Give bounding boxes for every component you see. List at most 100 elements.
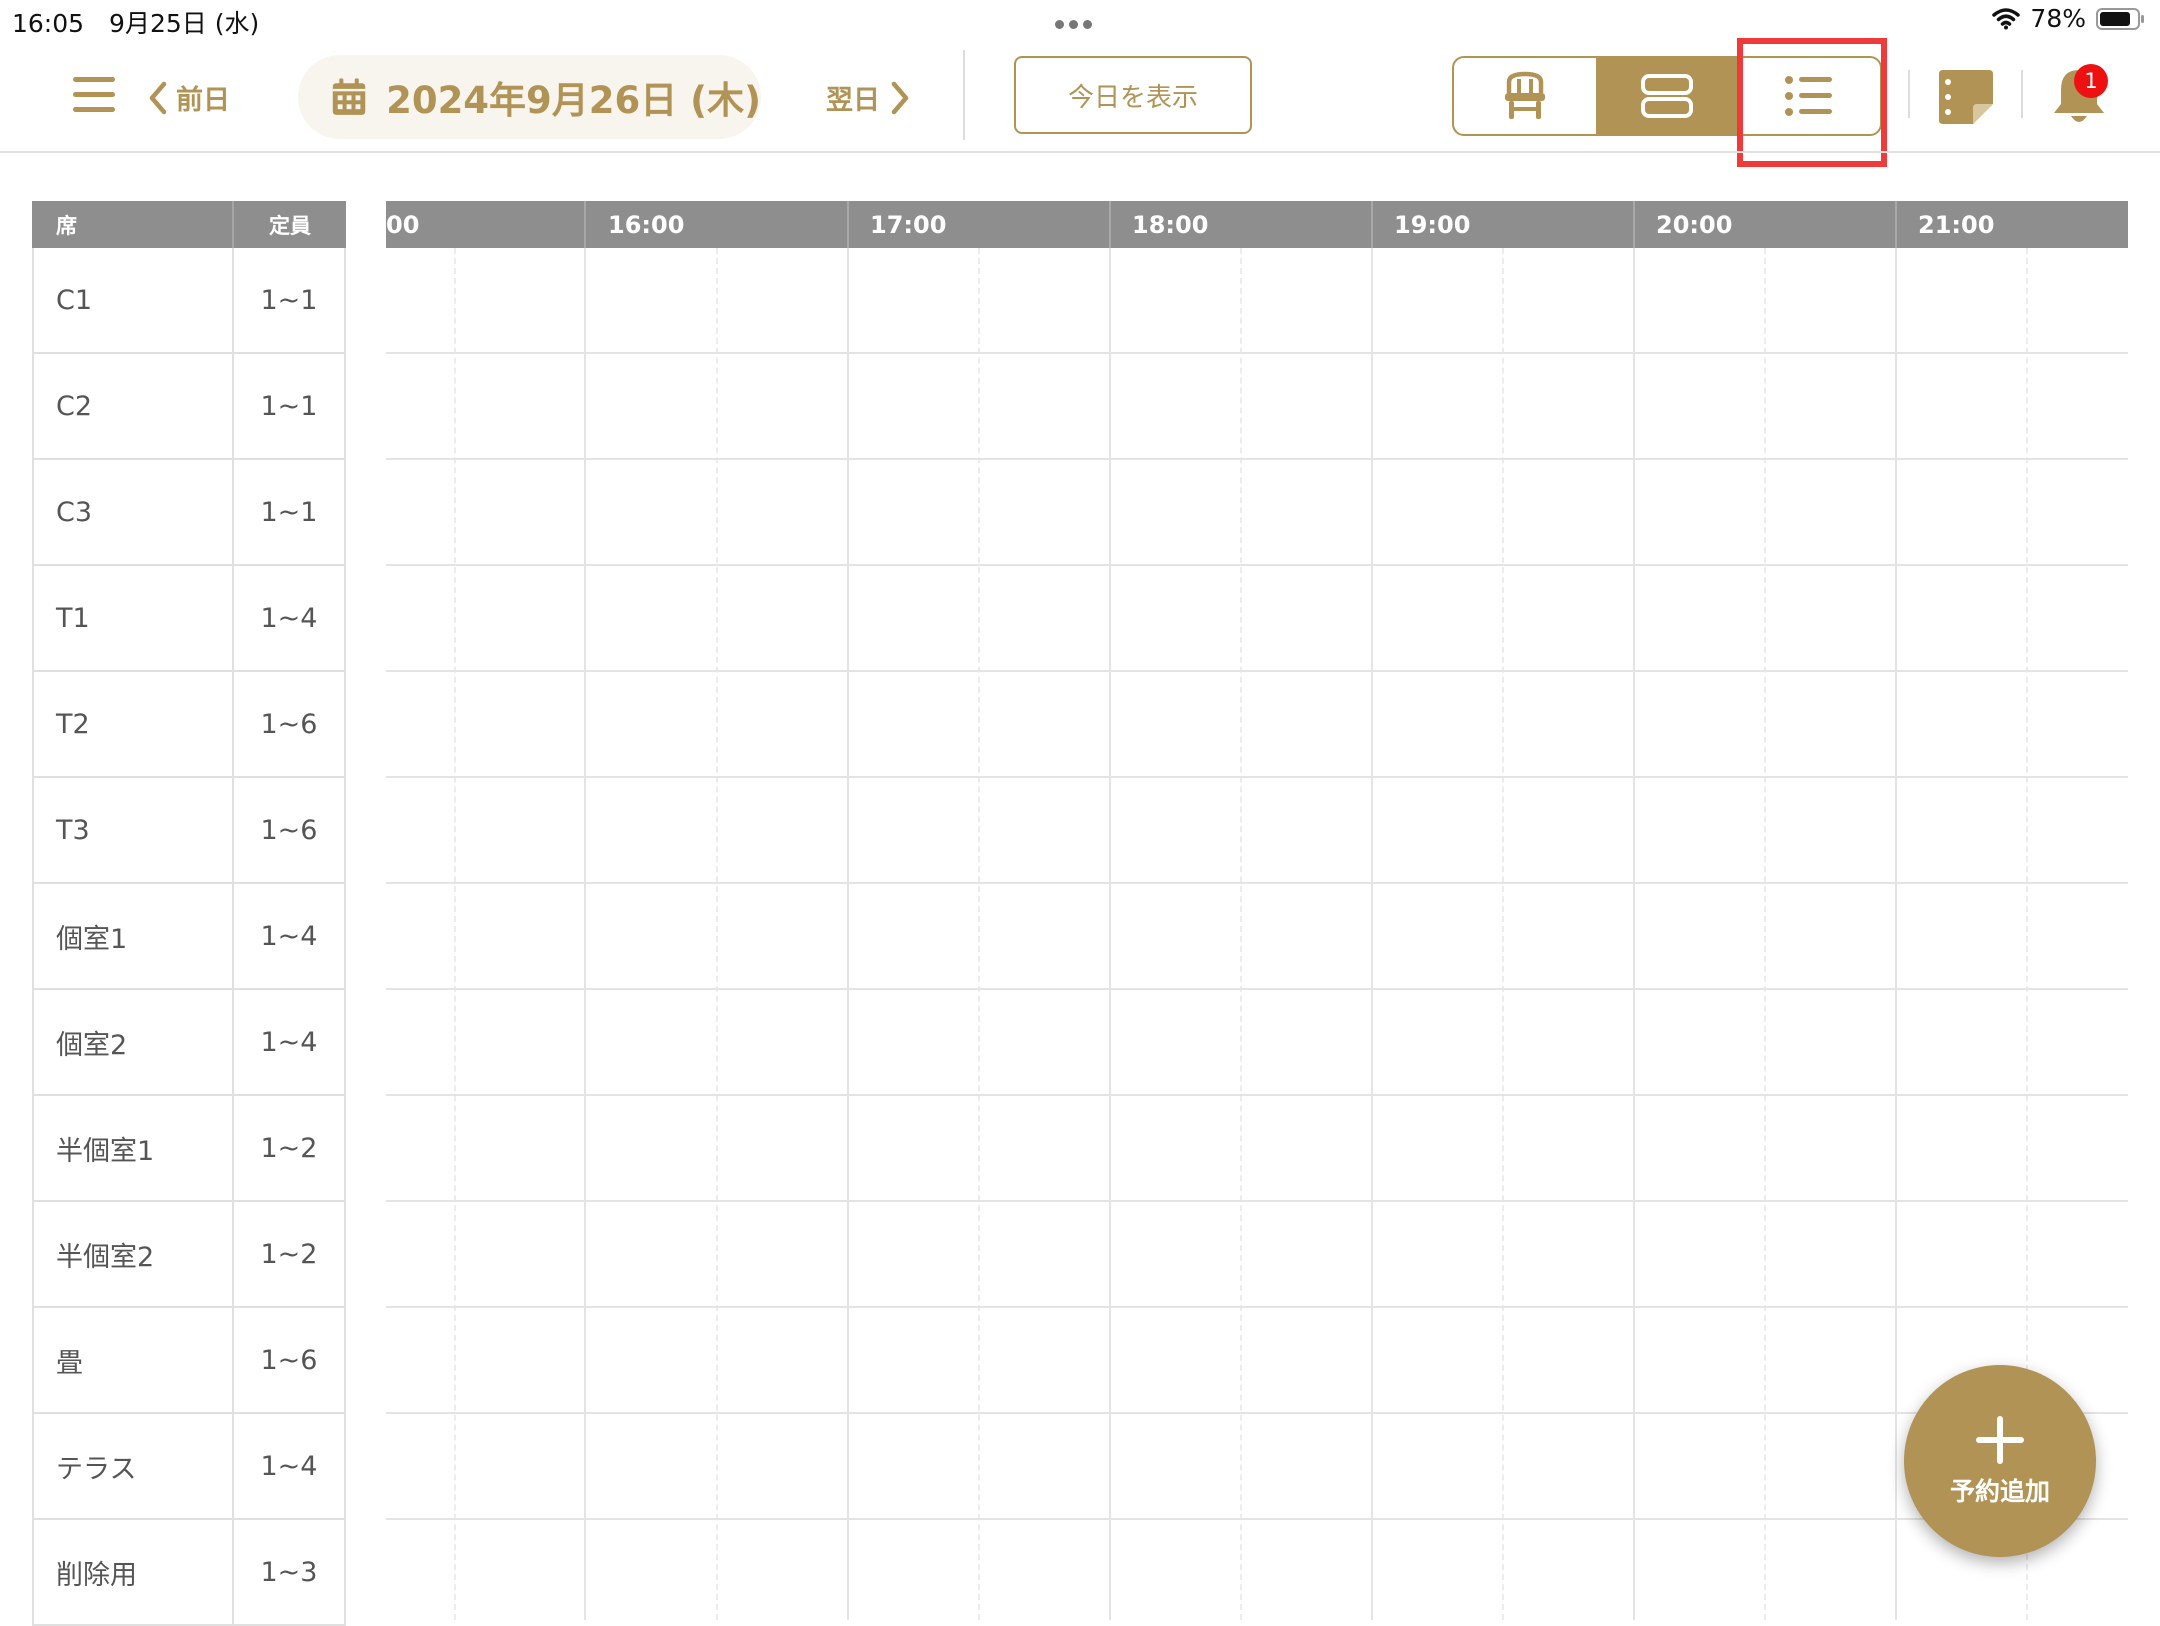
- seat-capacity: 1~2: [260, 1132, 318, 1164]
- time-label: 16:00: [608, 210, 685, 239]
- current-date: 2024年9月26日 (木): [386, 79, 761, 122]
- plus-icon: [1976, 1416, 2024, 1464]
- half-hour-gridline: [1502, 248, 1504, 1620]
- row-gridline: [386, 564, 2128, 566]
- timeline-header: 00 16:00 17:00 18:00 19:00 20:00 21:00: [386, 201, 2128, 248]
- seat-name: C1: [34, 248, 234, 352]
- hour-gridline: [1109, 248, 1111, 1620]
- seat-name: 半個室1: [34, 1096, 234, 1200]
- row-gridline: [386, 1200, 2128, 1202]
- toolbar-divider-line: [0, 151, 2160, 153]
- seat-capacity: 1~6: [260, 814, 318, 846]
- row-gridline: [386, 1412, 2128, 1414]
- row-gridline: [386, 882, 2128, 884]
- seat-name: T3: [34, 778, 234, 882]
- notification-badge: 1: [2074, 64, 2108, 98]
- seat-row[interactable]: T3 1~6: [32, 778, 346, 884]
- time-label: 17:00: [870, 210, 947, 239]
- time-label: 18:00: [1132, 210, 1209, 239]
- status-time-date: 16:05 9月25日 (水): [12, 9, 260, 38]
- seat-table: 席 定員 C1 1~1 C2 1~1 C3 1~1 T1 1~4 T2 1~6 T3 1~6 個室1 1~…: [32, 201, 346, 1626]
- time-label: 21:00: [1918, 210, 1995, 239]
- seat-capacity: 1~3: [260, 1556, 318, 1588]
- multitasking-dots[interactable]: [1055, 14, 1101, 29]
- seat-row[interactable]: 個室1 1~4: [32, 884, 346, 990]
- toolbar-divider: [1908, 70, 1910, 118]
- prev-day-button[interactable]: 前日: [148, 78, 230, 117]
- seat-capacity: 1~1: [260, 284, 318, 316]
- half-hour-gridline: [716, 248, 718, 1620]
- seat-capacity: 1~4: [260, 920, 318, 952]
- show-today-button[interactable]: 今日を表示: [1014, 56, 1252, 134]
- seat-name: C2: [34, 354, 234, 458]
- half-hour-gridline: [978, 248, 980, 1620]
- row-gridline: [386, 1306, 2128, 1308]
- seat-name: 個室1: [34, 884, 234, 988]
- time-label: 20:00: [1656, 210, 1733, 239]
- seat-row[interactable]: 半個室1 1~2: [32, 1096, 346, 1202]
- seat-row[interactable]: 半個室2 1~2: [32, 1202, 346, 1308]
- calendar-icon: [332, 78, 366, 115]
- memo-icon: [1939, 70, 1993, 124]
- seat-row[interactable]: 削除用 1~3: [32, 1520, 346, 1626]
- seat-capacity: 1~6: [260, 708, 318, 740]
- wifi-icon: [1992, 7, 2021, 29]
- seat-row[interactable]: C1 1~1: [32, 248, 346, 354]
- toolbar-divider: [963, 50, 965, 140]
- row-gridline: [386, 670, 2128, 672]
- add-reservation-button[interactable]: 予約追加: [1904, 1365, 2096, 1557]
- row-gridline: [386, 776, 2128, 778]
- hour-gridline: [1633, 248, 1635, 1620]
- row-gridline: [386, 352, 2128, 354]
- seat-name: 削除用: [34, 1520, 234, 1624]
- seat-capacity: 1~2: [260, 1238, 318, 1270]
- row-gridline: [386, 1518, 2128, 1520]
- chevron-right-icon: [891, 81, 909, 114]
- seat-view-button[interactable]: [1454, 58, 1596, 134]
- row-gridline: [386, 1094, 2128, 1096]
- hour-gridline: [1895, 248, 1897, 1620]
- hour-gridline: [847, 248, 849, 1620]
- seat-capacity: 1~6: [260, 1344, 318, 1376]
- rows-icon: [1641, 74, 1693, 118]
- seat-row[interactable]: テラス 1~4: [32, 1414, 346, 1520]
- seat-row[interactable]: 畳 1~6: [32, 1308, 346, 1414]
- timeline-view-button[interactable]: [1596, 58, 1738, 134]
- seat-capacity: 1~4: [260, 602, 318, 634]
- seat-capacity: 1~4: [260, 1026, 318, 1058]
- seat-name: 畳: [34, 1308, 234, 1412]
- hour-gridline: [584, 248, 586, 1620]
- seat-row[interactable]: C3 1~1: [32, 460, 346, 566]
- seat-name: 個室2: [34, 990, 234, 1094]
- half-hour-gridline: [1764, 248, 1766, 1620]
- seat-name: T2: [34, 672, 234, 776]
- add-reservation-label: 予約追加: [1949, 1477, 2050, 1506]
- seat-row[interactable]: T2 1~6: [32, 672, 346, 778]
- battery-icon: [2096, 7, 2144, 30]
- prev-day-label: 前日: [176, 85, 230, 116]
- hour-gridline: [1371, 248, 1373, 1620]
- date-picker[interactable]: 2024年9月26日 (木): [298, 55, 761, 139]
- next-day-button[interactable]: 翌日: [826, 78, 910, 117]
- chevron-left-icon: [149, 81, 167, 114]
- seat-row[interactable]: C2 1~1: [32, 354, 346, 460]
- seat-row[interactable]: T1 1~4: [32, 566, 346, 672]
- seat-name: テラス: [34, 1414, 234, 1518]
- seat-capacity: 1~1: [260, 496, 318, 528]
- seat-capacity: 1~1: [260, 390, 318, 422]
- seat-name: T1: [34, 566, 234, 670]
- seat-name: C3: [34, 460, 234, 564]
- memo-button[interactable]: [1937, 68, 1995, 130]
- menu-icon[interactable]: [73, 75, 117, 115]
- capacity-column-header: 定員: [232, 201, 346, 248]
- seat-row[interactable]: 個室2 1~4: [32, 990, 346, 1096]
- half-hour-gridline: [1240, 248, 1242, 1620]
- timeline-grid[interactable]: [386, 248, 2128, 1620]
- status-right: 78%: [1992, 4, 2146, 33]
- seat-capacity: 1~4: [260, 1450, 318, 1482]
- half-hour-gridline: [454, 248, 456, 1620]
- row-gridline: [386, 988, 2128, 990]
- highlight-box: [1737, 38, 1887, 167]
- next-day-label: 翌日: [826, 85, 880, 116]
- battery-percent: 78%: [2030, 4, 2086, 33]
